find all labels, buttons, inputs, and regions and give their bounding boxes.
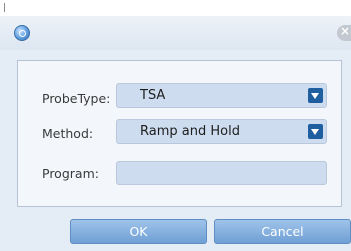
app-globe-icon [14, 25, 30, 41]
chevron-down-icon[interactable] [308, 124, 323, 139]
title-bar: × [0, 16, 351, 50]
chevron-down-icon[interactable] [308, 88, 323, 103]
close-button[interactable]: × [337, 25, 351, 41]
cancel-button[interactable]: Cancel [214, 219, 351, 244]
method-label: Method: [42, 126, 94, 141]
method-value: Ramp and Hold [140, 124, 240, 139]
probe-type-label: ProbeType: [42, 91, 111, 106]
program-input[interactable] [116, 161, 327, 185]
program-label: Program: [42, 166, 99, 181]
dialog-window: × ProbeType: TSA Method: Ramp and Hold P… [0, 0, 351, 251]
corner-tick [4, 3, 5, 12]
close-icon: × [340, 25, 351, 38]
method-dropdown[interactable]: Ramp and Hold [116, 119, 327, 144]
top-strip [0, 0, 351, 17]
probe-type-value: TSA [140, 88, 166, 103]
ok-button[interactable]: OK [70, 219, 207, 244]
probe-type-dropdown[interactable]: TSA [116, 83, 327, 108]
